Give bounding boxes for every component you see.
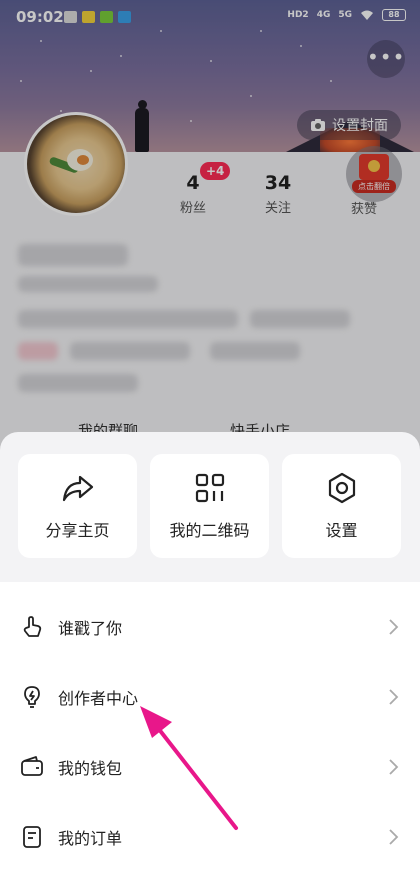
quick-actions: 分享主页 我的二维码 设置 <box>18 454 402 558</box>
menu-item-creator-center[interactable]: 创作者中心 <box>0 662 420 732</box>
settings-icon <box>328 472 355 504</box>
chevron-right-icon <box>389 759 399 775</box>
chevron-right-icon <box>389 829 399 845</box>
chevron-right-icon <box>389 689 399 705</box>
my-qr-code-button[interactable]: 我的二维码 <box>150 454 269 558</box>
wallet-icon <box>21 756 43 776</box>
menu-item-orders[interactable]: 我的订单 <box>0 802 420 872</box>
menu-label-orders: 我的订单 <box>58 829 123 848</box>
poke-hand-icon <box>23 616 42 637</box>
menu-label-wallet: 我的钱包 <box>58 759 123 778</box>
settings-button[interactable]: 设置 <box>282 454 401 558</box>
creator-bulb-icon <box>24 686 40 708</box>
qr-code-icon <box>195 473 224 503</box>
menu-label-who-poked: 谁戳了你 <box>58 619 123 638</box>
menu-list: 谁戳了你 创作者中心 我的钱包 我的订单 <box>0 582 420 872</box>
action-sheet: 分享主页 我的二维码 设置 谁戳了你 创作者中心 我的钱包 我的订单 <box>0 432 420 872</box>
order-icon <box>23 826 41 848</box>
menu-item-wallet[interactable]: 我的钱包 <box>0 732 420 802</box>
settings-label: 设置 <box>325 521 358 540</box>
chevron-right-icon <box>389 619 399 635</box>
share-profile-label: 分享主页 <box>45 521 110 540</box>
share-profile-button[interactable]: 分享主页 <box>18 454 137 558</box>
share-icon <box>62 475 93 502</box>
my-qr-code-label: 我的二维码 <box>169 521 250 540</box>
menu-label-creator-center: 创作者中心 <box>58 689 139 708</box>
menu-item-who-poked[interactable]: 谁戳了你 <box>0 592 420 662</box>
